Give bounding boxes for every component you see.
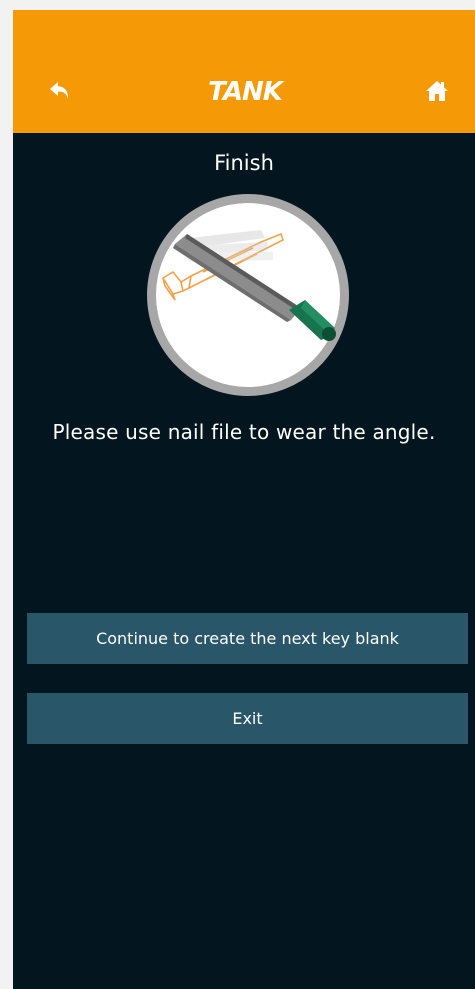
svg-text:TANK: TANK bbox=[208, 78, 285, 104]
instruction-text: Please use nail file to wear the angle. bbox=[52, 420, 436, 444]
page-title: Finish bbox=[214, 151, 274, 175]
top-bar: TANK bbox=[13, 10, 475, 133]
nail-file-illustration bbox=[147, 194, 349, 396]
brand-logo: TANK bbox=[208, 78, 286, 104]
back-arrow-icon[interactable] bbox=[47, 78, 73, 104]
exit-button[interactable]: Exit bbox=[27, 693, 468, 744]
continue-button[interactable]: Continue to create the next key blank bbox=[27, 613, 468, 664]
app-screen: TANK Finish Please use nail file to wear… bbox=[13, 10, 475, 989]
home-icon[interactable] bbox=[425, 79, 449, 103]
